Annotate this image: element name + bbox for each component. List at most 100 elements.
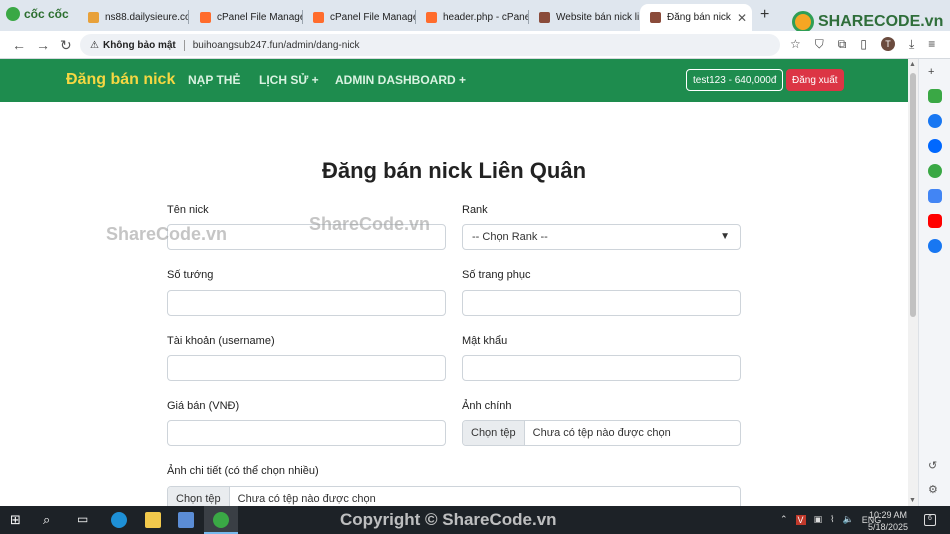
network-icon[interactable]: ▣	[814, 514, 823, 525]
tab-active[interactable]: Đăng bán nick ✕	[640, 4, 752, 31]
messenger-icon[interactable]	[928, 114, 942, 128]
tab-label: ns88.dailysieure.com	[105, 12, 188, 23]
clock-time: 10:29 AM	[869, 510, 908, 520]
file-explorer-icon[interactable]	[145, 512, 161, 528]
tab-label: Website bán nick liê	[556, 12, 639, 23]
menu-icon[interactable]: ≡	[928, 37, 935, 52]
system-tray: ⌃ V ▣ ⌇ 🔈 ENG	[780, 514, 881, 525]
download-icon[interactable]: ⤓	[909, 37, 914, 52]
sharecode-logo-text: SHARECODE.vn	[818, 13, 944, 30]
tab-4[interactable]: header.php - cPanel	[416, 4, 528, 31]
sharecode-corner-logo: SHARECODE.vn	[792, 11, 943, 33]
game-icon[interactable]	[928, 164, 942, 178]
shield-icon[interactable]: ⛉	[815, 37, 824, 52]
volume-icon[interactable]: 🔈	[842, 514, 853, 525]
watermark: ShareCode.vn	[106, 224, 228, 244]
site-favicon-icon	[88, 12, 99, 23]
main-content: Đăng bán nick Liên Quân Tên nick Rank --…	[0, 102, 908, 506]
rank-select[interactable]: -- Chọn Rank -- ▼	[462, 224, 741, 250]
cpanel-favicon-icon	[200, 12, 211, 23]
security-label[interactable]: Không bảo mật	[103, 39, 185, 51]
anh-chi-tiet-file-input[interactable]: Chọn tệp Chưa có tệp nào được chọn	[167, 486, 741, 506]
search-icon[interactable]: ⌕	[43, 512, 59, 528]
label-so-tuong: Số tướng	[167, 269, 214, 281]
site-favicon-icon	[539, 12, 550, 23]
tab-1[interactable]: ns88.dailysieure.com	[78, 4, 188, 31]
anh-chinh-file-input[interactable]: Chọn tệp Chưa có tệp nào được chọn	[462, 420, 741, 446]
profile-avatar[interactable]: T	[880, 37, 895, 51]
mat-khau-input[interactable]	[462, 355, 741, 381]
scrollbar-thumb[interactable]	[910, 73, 916, 317]
label-so-trang-phuc: Số trang phục	[462, 269, 531, 281]
edge-icon[interactable]	[111, 512, 127, 528]
site-brand[interactable]: Đăng bán nick	[66, 71, 175, 89]
rank-selected-value: -- Chọn Rank --	[472, 231, 548, 243]
url-text[interactable]: buihoangsub247.fun/admin/dang-nick	[193, 40, 360, 51]
tai-khoan-input[interactable]	[167, 355, 446, 381]
chevron-down-icon: ▼	[720, 231, 730, 242]
facebook-icon[interactable]	[928, 239, 942, 253]
browser-logo[interactable]: cốc cốc	[6, 7, 69, 21]
so-tuong-input[interactable]	[167, 290, 446, 316]
site-favicon-icon	[650, 12, 661, 23]
coccoc-icon	[213, 512, 229, 528]
notification-badge[interactable]: 6	[924, 514, 936, 526]
label-anh-chinh: Ảnh chính	[462, 400, 512, 412]
extensions-icon[interactable]: ⧉	[838, 37, 847, 52]
clock-date: 5/18/2025	[868, 522, 909, 532]
bookmark-star-icon[interactable]: ☆	[790, 37, 801, 52]
zalo-icon[interactable]	[928, 139, 942, 153]
gia-ban-input[interactable]	[167, 420, 446, 446]
file-name-text: Chưa có tệp nào được chọn	[532, 427, 671, 439]
store-icon[interactable]	[178, 512, 194, 528]
reload-icon[interactable]: ↻	[60, 37, 72, 54]
label-anh-chi-tiet: Ảnh chi tiết (có thể chọn nhiều)	[167, 465, 319, 477]
taskbar-clock[interactable]: 10:29 AM 5/18/2025	[868, 509, 908, 533]
label-ten-nick: Tên nick	[167, 204, 209, 216]
history-icon[interactable]: ↺	[928, 459, 942, 473]
settings-gear-icon[interactable]: ⚙	[928, 483, 942, 497]
file-name-text: Chưa có tệp nào được chọn	[237, 493, 376, 505]
new-tab-button[interactable]: +	[760, 6, 769, 24]
sidebar-toggle-icon[interactable]: ▯	[860, 37, 867, 52]
nav-lich-su[interactable]: LỊCH SỬ +	[259, 73, 319, 87]
forward-arrow-icon[interactable]: →	[36, 37, 50, 53]
site-navbar: Đăng bán nick NẠP THẺ LỊCH SỬ + ADMIN DA…	[0, 59, 908, 102]
label-gia-ban: Giá bán (VNĐ)	[167, 400, 240, 412]
chevron-up-icon[interactable]: ⌃	[780, 514, 788, 525]
sharecode-logo-icon	[792, 11, 814, 33]
tab-5[interactable]: Website bán nick liê	[529, 4, 639, 31]
browser-logo-text: cốc cốc	[24, 7, 69, 21]
copyright-watermark: Copyright © ShareCode.vn	[340, 510, 557, 529]
balance-button[interactable]: test123 - 640,000đ	[686, 69, 784, 91]
so-trang-phuc-input[interactable]	[462, 290, 741, 316]
close-tab-icon[interactable]: ✕	[737, 11, 747, 25]
windows-start-icon[interactable]: ⊞	[10, 512, 26, 528]
tab-3[interactable]: cPanel File Manager	[303, 4, 415, 31]
address-bar[interactable]: ⚠ Không bảo mật buihoangsub247.fun/admin…	[80, 34, 780, 56]
back-arrow-icon[interactable]: ←	[12, 37, 26, 53]
browser-toolbar: ← → ↻ ⚠ Không bảo mật buihoangsub247.fun…	[0, 31, 950, 59]
tab-label: header.php - cPanel	[443, 12, 528, 23]
label-mat-khau: Mật khẩu	[462, 335, 508, 347]
page-scrollbar[interactable]: ▲ ▼	[908, 59, 918, 506]
choose-file-button[interactable]: Chọn tệp	[168, 487, 230, 506]
scroll-up-icon[interactable]: ▲	[909, 61, 916, 68]
nav-admin-dashboard[interactable]: ADMIN DASHBOARD +	[335, 73, 466, 87]
wifi-icon[interactable]: ⌇	[830, 514, 834, 525]
translate-icon[interactable]	[928, 189, 942, 203]
scroll-down-icon[interactable]: ▼	[909, 497, 916, 504]
coccoc-taskbar-button[interactable]	[204, 506, 238, 534]
vietkey-icon[interactable]: V	[795, 514, 806, 525]
label-rank: Rank	[462, 204, 488, 216]
nav-nap-the[interactable]: NẠP THẺ	[188, 73, 240, 87]
plus-icon[interactable]: +	[928, 66, 942, 80]
tab-2[interactable]: cPanel File Manager	[190, 4, 302, 31]
tab-label: Đăng bán nick	[667, 12, 731, 23]
ai-assistant-icon[interactable]	[928, 89, 942, 103]
choose-file-button[interactable]: Chọn tệp	[463, 421, 525, 445]
cpanel-favicon-icon	[426, 12, 437, 23]
task-view-icon[interactable]: ▭	[77, 512, 93, 528]
logout-button[interactable]: Đăng xuất	[786, 69, 844, 91]
youtube-icon[interactable]	[928, 214, 942, 228]
